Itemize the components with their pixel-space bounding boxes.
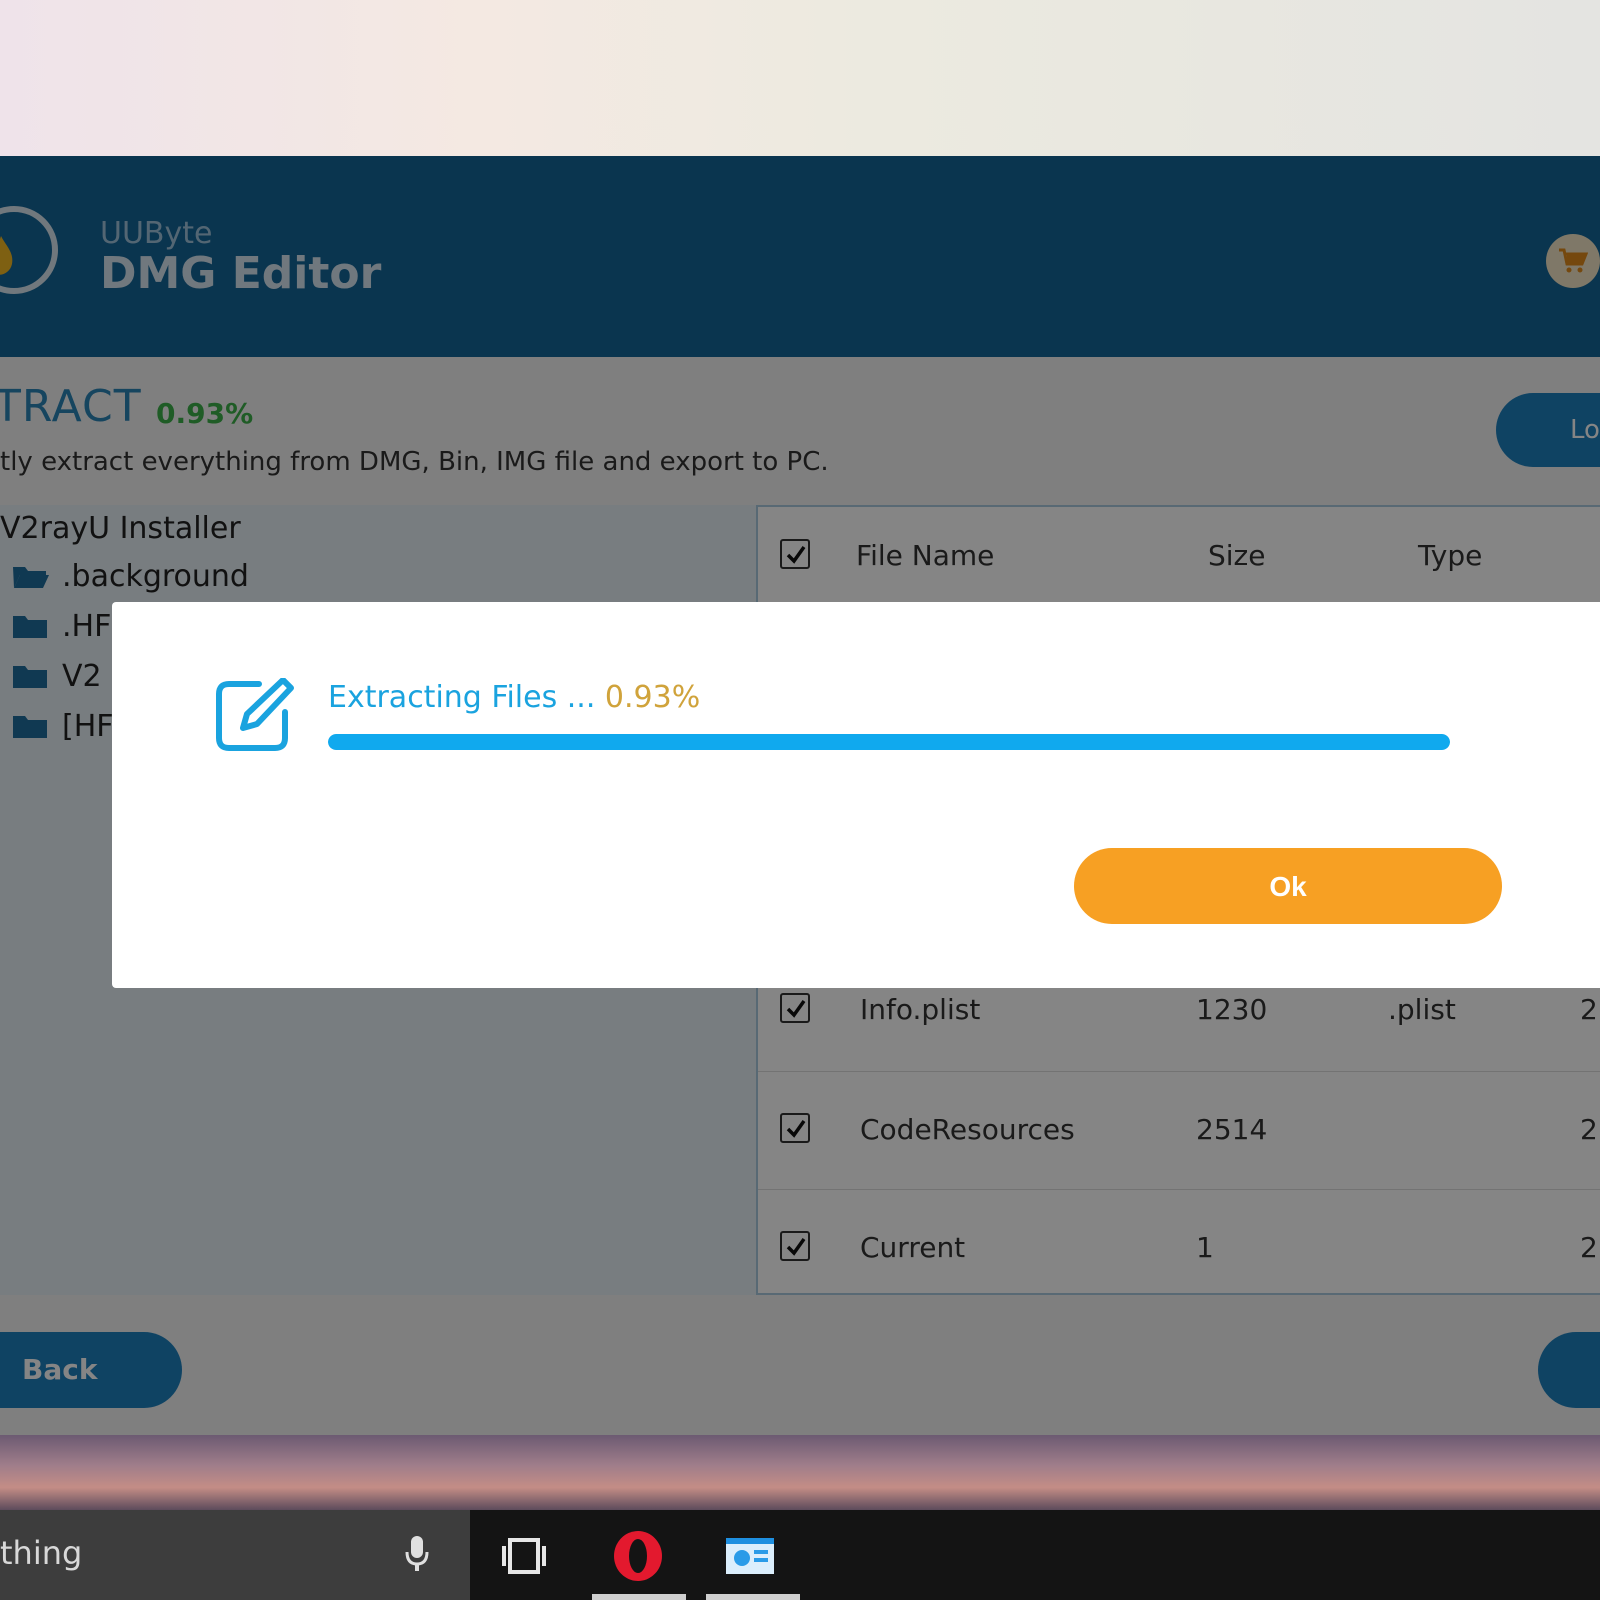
desktop-wallpaper-top: [0, 0, 1600, 156]
task-view-icon[interactable]: [498, 1530, 550, 1582]
active-app-indicator: [592, 1594, 686, 1600]
taskbar: thing: [0, 1510, 1600, 1600]
microphone-icon[interactable]: [404, 1534, 430, 1574]
progress-dialog: Extracting Files ... 0.93% Ok: [112, 602, 1600, 988]
opera-browser-icon[interactable]: [612, 1530, 664, 1582]
progress-fill: [328, 734, 1450, 750]
app-window-icon[interactable]: [724, 1530, 776, 1582]
edit-icon: [216, 678, 294, 751]
taskbar-search[interactable]: thing: [0, 1510, 470, 1600]
active-app-indicator: [706, 1594, 800, 1600]
app-window: UUByte DMG Editor TRACT 0.93% tly extrac…: [0, 156, 1600, 1435]
progress-percent: 0.93%: [604, 680, 701, 715]
ok-button[interactable]: Ok: [1074, 848, 1502, 924]
progress-label: Extracting Files ... 0.93%: [328, 680, 700, 715]
progress-text: Extracting Files ...: [328, 680, 596, 715]
desktop-wallpaper-bottom: [0, 1435, 1600, 1510]
progress-bar: [328, 734, 1450, 750]
search-placeholder: thing: [0, 1534, 83, 1572]
